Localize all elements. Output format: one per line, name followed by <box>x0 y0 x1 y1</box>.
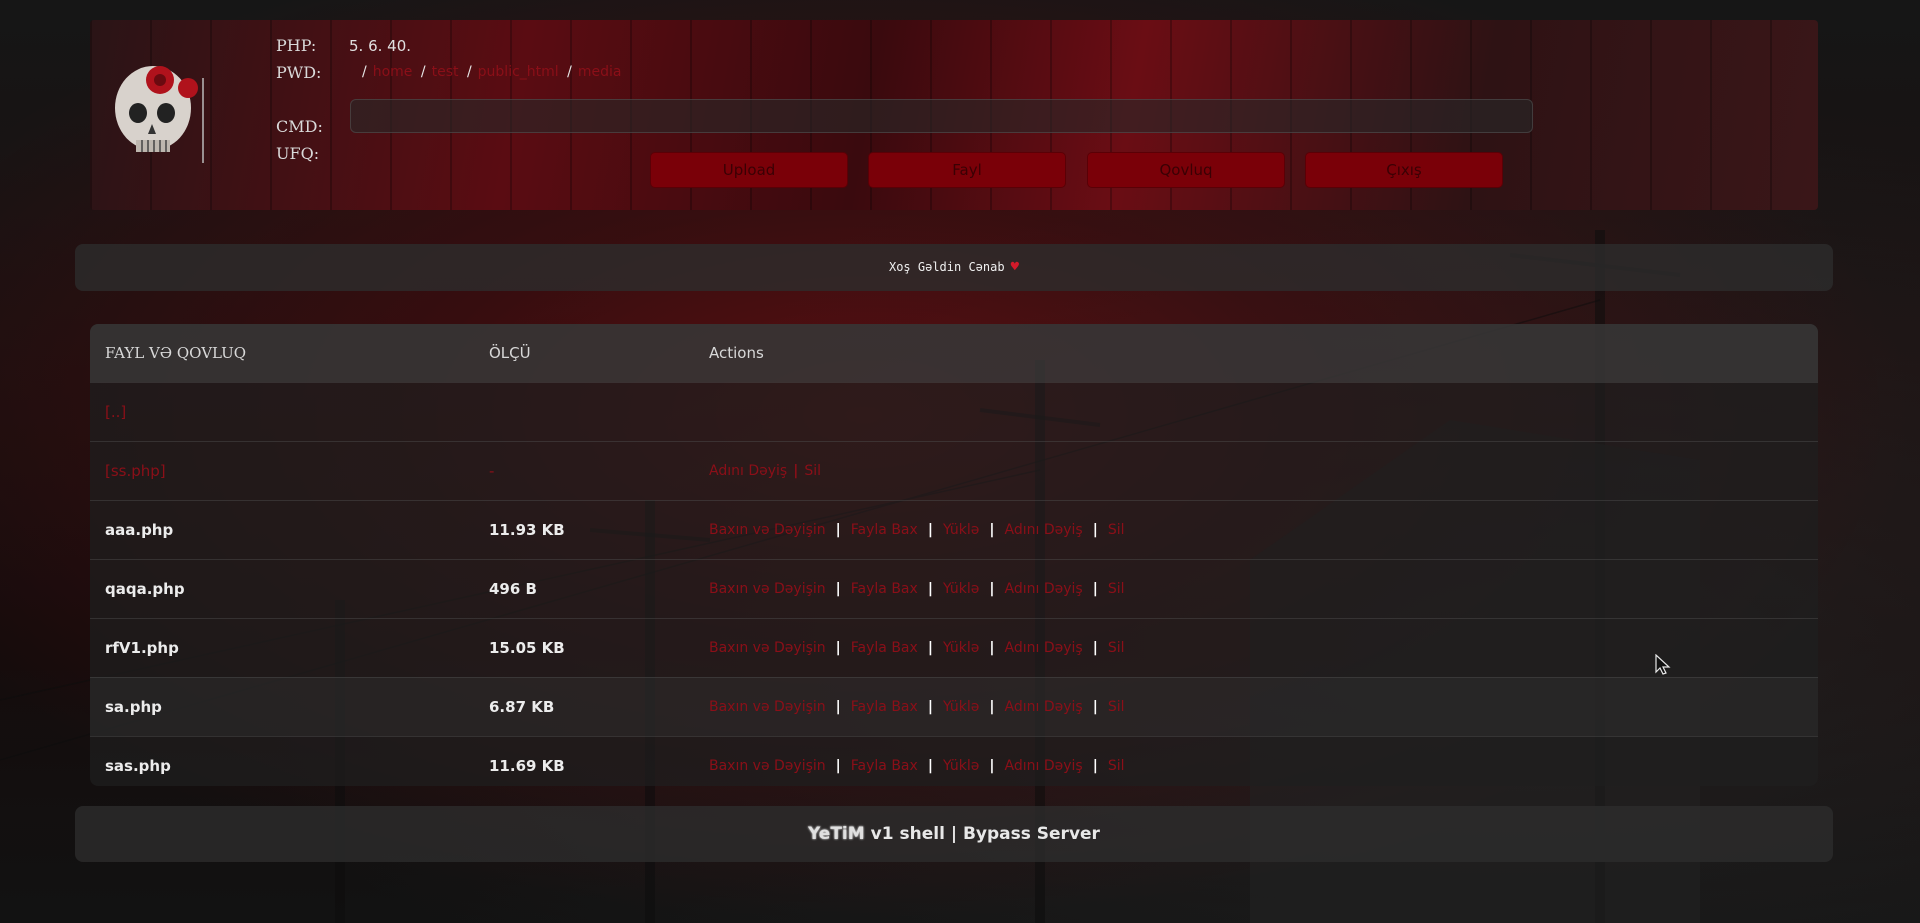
dir-link[interactable]: [ss.php] <box>105 462 166 480</box>
skull-logo-icon <box>115 66 204 163</box>
header-name: FAYL VƏ QOVLUQ <box>105 344 247 362</box>
view-file-link[interactable]: Fayla Bax <box>851 522 918 538</box>
view-file-link[interactable]: Fayla Bax <box>851 640 918 656</box>
pwd-link-public-html[interactable]: public_html <box>478 64 559 80</box>
parent-dir-link[interactable]: [..] <box>105 403 126 421</box>
rename-link[interactable]: Adını Dəyiş <box>709 463 787 479</box>
rename-link[interactable]: Adını Dəyiş <box>1005 581 1083 597</box>
view-edit-link[interactable]: Baxın və Dəyişin <box>709 581 826 597</box>
table-row: sas.php 11.69 KB Baxın və Dəyişin | Fayla … <box>90 736 1818 786</box>
mouse-cursor-icon <box>1655 654 1671 675</box>
rename-link[interactable]: Adını Dəyiş <box>1005 522 1083 538</box>
view-file-link[interactable]: Fayla Bax <box>851 758 918 774</box>
fayl-button[interactable]: Fayl <box>868 152 1066 188</box>
table-row: qaqa.php 496 B Baxın və Dəyişin | Fayla Ba… <box>90 559 1818 618</box>
table-header: FAYL VƏ QOVLUQ ÖLÇÜ Actions <box>90 324 1818 382</box>
download-link[interactable]: Yüklə <box>943 699 979 715</box>
heart-icon: ♥ <box>1010 259 1020 275</box>
rename-link[interactable]: Adını Dəyiş <box>1005 699 1083 715</box>
view-edit-link[interactable]: Baxın və Dəyişin <box>709 758 826 774</box>
header-panel: PHP: PWD: CMD: UFQ: 5. 6. 40. / home / tes… <box>90 20 1818 210</box>
info-labels: PHP: PWD: CMD: UFQ: <box>276 32 323 167</box>
welcome-banner: Xoş Gəldin Cənab ♥ <box>75 244 1833 291</box>
footer: YeTiM v1 shell | Bypass Server <box>75 806 1833 862</box>
delete-link[interactable]: Sil <box>1108 522 1125 538</box>
cmd-label: CMD: <box>276 117 323 136</box>
upload-button[interactable]: Upload <box>650 152 848 188</box>
delete-link[interactable]: Sil <box>1108 699 1125 715</box>
download-link[interactable]: Yüklə <box>943 581 979 597</box>
file-name[interactable]: qaqa.php <box>105 580 185 598</box>
cmd-input[interactable] <box>350 99 1533 133</box>
pwd-link-test[interactable]: test <box>432 64 459 80</box>
php-version: 5. 6. 40. <box>349 37 412 55</box>
file-name[interactable]: rfV1.php <box>105 639 179 657</box>
file-size: 6.87 KB <box>489 698 555 716</box>
view-file-link[interactable]: Fayla Bax <box>851 699 918 715</box>
view-edit-link[interactable]: Baxın və Dəyişin <box>709 640 826 656</box>
file-name[interactable]: sas.php <box>105 757 171 775</box>
header-size: ÖLÇÜ <box>489 344 531 362</box>
table-row-dir: [ss.php] - Adını Dəyiş | Sil <box>90 441 1818 500</box>
pwd-link-media[interactable]: media <box>578 64 622 80</box>
dir-size: - <box>489 462 495 480</box>
view-file-link[interactable]: Fayla Bax <box>851 581 918 597</box>
php-label: PHP: <box>276 36 317 55</box>
view-edit-link[interactable]: Baxın və Dəyişin <box>709 699 826 715</box>
delete-link[interactable]: Sil <box>1108 758 1125 774</box>
pwd-breadcrumb: / home / test / public_html / media <box>362 64 622 80</box>
table-row: sa.php 6.87 KB Baxın və Dəyişin | Fayla Ba… <box>90 677 1818 736</box>
file-size: 496 B <box>489 580 537 598</box>
download-link[interactable]: Yüklə <box>943 758 979 774</box>
pwd-link-home[interactable]: home <box>373 64 413 80</box>
welcome-text: Xoş Gəldin Cənab <box>888 260 1005 274</box>
header-actions: Actions <box>709 344 764 362</box>
rename-link[interactable]: Adını Dəyiş <box>1005 640 1083 656</box>
file-name[interactable]: aaa.php <box>105 521 173 539</box>
table-row: rfV1.php 15.05 KB Baxın və Dəyişin | Fayla… <box>90 618 1818 677</box>
file-name[interactable]: sa.php <box>105 698 162 716</box>
table-row: aaa.php 11.93 KB Baxın və Dəyişin | Fayla … <box>90 500 1818 559</box>
rename-link[interactable]: Adını Dəyiş <box>1005 758 1083 774</box>
view-edit-link[interactable]: Baxın və Dəyişin <box>709 522 826 538</box>
file-size: 15.05 KB <box>489 639 565 657</box>
cixis-button[interactable]: Çıxış <box>1305 152 1503 188</box>
qovluq-button[interactable]: Qovluq <box>1087 152 1285 188</box>
ufq-label: UFQ: <box>276 144 320 163</box>
download-link[interactable]: Yüklə <box>943 522 979 538</box>
table-row-parent: [..] <box>90 382 1818 441</box>
pwd-label: PWD: <box>276 63 322 82</box>
delete-link[interactable]: Sil <box>1108 640 1125 656</box>
file-actions: Baxın və Dəyişin | Fayla Bax | Yüklə | Adını D… <box>709 758 1125 774</box>
delete-link[interactable]: Sil <box>1108 581 1125 597</box>
file-actions: Baxın və Dəyişin | Fayla Bax | Yüklə | Adını D… <box>709 640 1125 656</box>
footer-text: v1 shell | Bypass Server <box>870 824 1100 844</box>
file-size: 11.93 KB <box>489 521 565 539</box>
footer-brand: YeTiM <box>808 824 865 844</box>
delete-link[interactable]: Sil <box>804 463 821 479</box>
download-link[interactable]: Yüklə <box>943 640 979 656</box>
file-actions: Baxın və Dəyişin | Fayla Bax | Yüklə | Adını D… <box>709 581 1125 597</box>
file-table: FAYL VƏ QOVLUQ ÖLÇÜ Actions [..] [ss.php… <box>90 324 1818 786</box>
file-size: 11.69 KB <box>489 757 565 775</box>
file-actions: Baxın və Dəyişin | Fayla Bax | Yüklə | Adını D… <box>709 699 1125 715</box>
file-actions: Baxın və Dəyişin | Fayla Bax | Yüklə | Adını D… <box>709 522 1125 538</box>
